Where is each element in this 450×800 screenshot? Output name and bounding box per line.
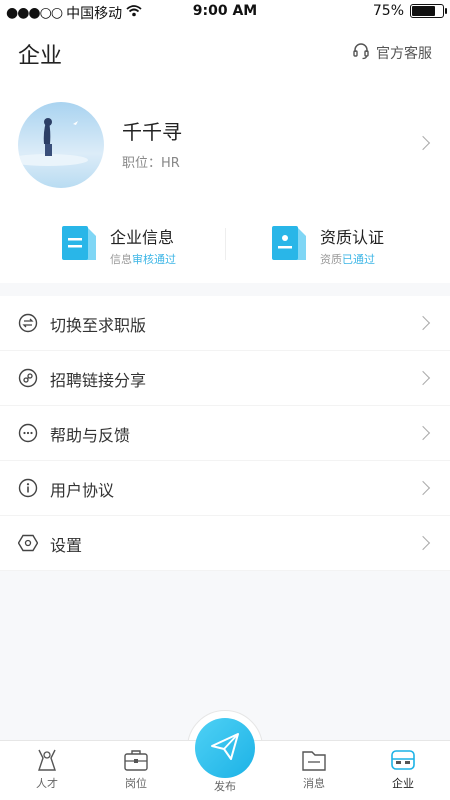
chevron-right-icon [415,480,431,496]
official-service-button[interactable]: 官方客服 [352,42,432,64]
menu-label: 帮助与反馈 [50,426,131,445]
document-icon [60,223,100,267]
menu-item-switch-job-seeker[interactable]: 切换至求职版 [0,296,450,351]
company-info-status: 信息审核通过 [110,252,176,266]
menu-item-share-link[interactable]: 招聘链接分享 [0,351,450,406]
user-name: 千千寻 [122,120,182,144]
status-right: 75% [372,3,447,19]
message-icon [284,747,344,773]
menu-label: 招聘链接分享 [50,371,147,390]
page-title: 企业 [18,44,63,69]
tab-messages[interactable]: 消息 [284,747,344,791]
company-info-title: 企业信息 [110,227,175,247]
qualification-status: 资质已通过 [320,252,375,266]
publish-label: 发布 [214,780,236,793]
tab-label: 企业 [392,777,414,790]
tab-jobs[interactable]: 岗位 [106,747,166,791]
talent-icon [17,747,77,773]
chevron-right-icon [415,135,431,151]
company-icon [373,747,433,773]
switch-icon [18,313,38,333]
avatar[interactable] [18,102,104,188]
qualification-card[interactable]: 资质认证 资质已通过 [270,220,384,270]
tab-label: 岗位 [125,777,147,790]
info-icon [18,478,38,498]
header: 企业 官方客服 [0,24,450,78]
menu-label: 切换至求职版 [50,316,147,335]
user-role: 职位：HR [122,156,180,171]
publish-button[interactable] [195,718,255,778]
chat-icon [18,423,38,443]
menu-list: 切换至求职版 招聘链接分享 帮助与反馈 用户协议 设置 [0,296,450,571]
paper-plane-icon [208,729,242,767]
chevron-right-icon [415,425,431,441]
id-card-icon [270,223,310,267]
chevron-right-icon [415,315,431,331]
company-info-card[interactable]: 企业信息 信息审核通过 [60,220,176,270]
menu-label: 用户协议 [50,481,115,500]
card-divider [225,228,226,260]
battery-icon [410,4,447,18]
tab-label: 人才 [36,777,58,790]
tab-company[interactable]: 企业 [373,747,433,791]
profile-card[interactable]: 千千寻 职位：HR [0,78,450,208]
link-icon [18,368,38,388]
chevron-right-icon [415,535,431,551]
battery-percent: 75% [372,3,404,19]
menu-label: 设置 [50,536,83,555]
chevron-right-icon [415,370,431,386]
info-cards: 企业信息 信息审核通过 资质认证 资质已通过 [0,208,450,283]
tab-label: 消息 [303,777,325,790]
headset-icon [352,42,370,64]
settings-icon [17,533,39,553]
status-bar: ●●●○○ 中国移动 9:00 AM 75% [0,0,450,24]
tab-talent[interactable]: 人才 [17,747,77,791]
service-label: 官方客服 [376,46,432,62]
menu-item-help-feedback[interactable]: 帮助与反馈 [0,406,450,461]
qualification-title: 资质认证 [320,227,385,247]
menu-item-user-agreement[interactable]: 用户协议 [0,461,450,516]
briefcase-icon [106,747,166,773]
menu-item-settings[interactable]: 设置 [0,516,450,571]
